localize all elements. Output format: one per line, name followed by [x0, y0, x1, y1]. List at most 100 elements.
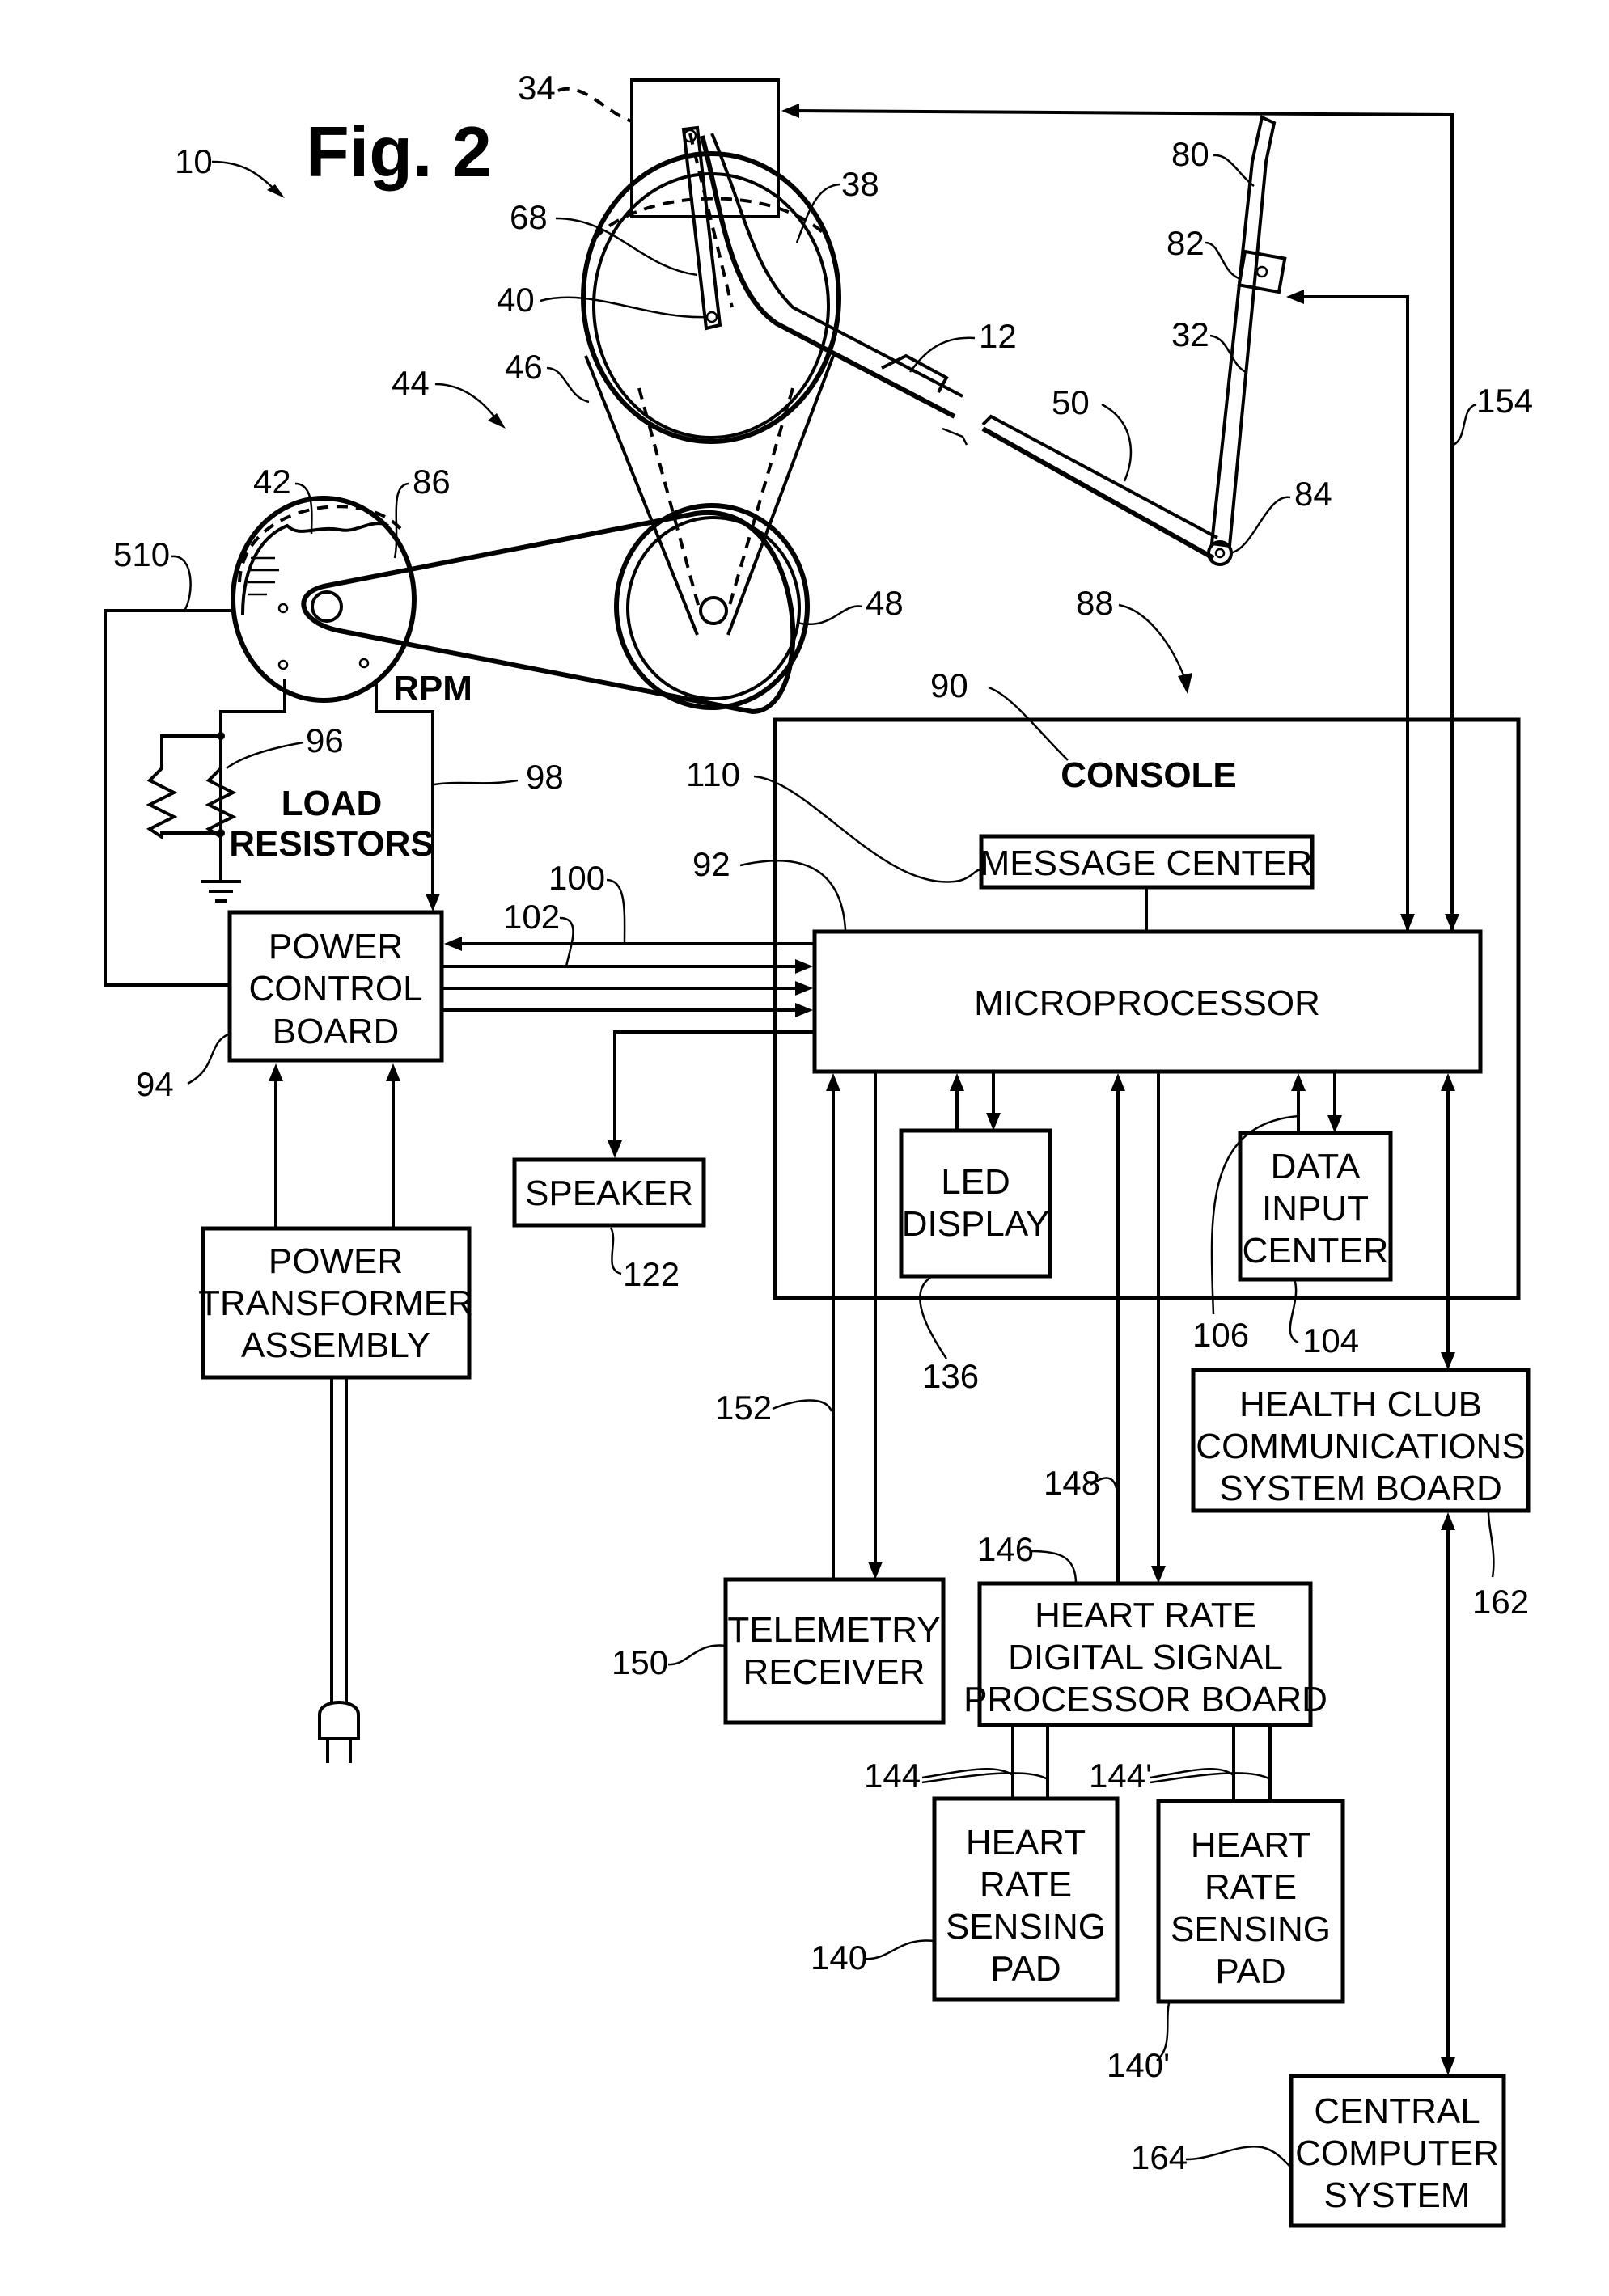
ref-90: 90 — [930, 666, 968, 704]
crank-pivot-40 — [705, 311, 718, 323]
led-label-1: LED — [941, 1162, 1010, 1202]
console-label: CONSOLE — [1061, 755, 1237, 795]
pad2-label-4: PAD — [1215, 1951, 1285, 1991]
hr-leads-144-prime — [1232, 1725, 1272, 1801]
message-center-label: MESSAGE CENTER — [980, 844, 1313, 883]
hc-label-1: HEALTH CLUB — [1239, 1385, 1482, 1424]
leader-104 — [1289, 1279, 1299, 1344]
arrow-head — [608, 1140, 622, 1158]
ref-96: 96 — [306, 721, 344, 759]
resistor-wire — [219, 679, 286, 833]
pad1-label-1: HEART — [966, 1823, 1086, 1863]
arrow-head — [426, 894, 440, 911]
leader-90 — [988, 686, 1069, 761]
ref-42: 42 — [253, 463, 291, 501]
ref-162: 162 — [1472, 1583, 1529, 1621]
arrow-head — [868, 1562, 883, 1579]
pad2-label-2: RATE — [1205, 1867, 1297, 1907]
leader-32 — [1209, 334, 1247, 374]
load-label-2: RESISTORS — [229, 824, 434, 864]
rpm-label: RPM — [393, 669, 472, 708]
foot-link-50 — [981, 426, 1215, 560]
arrow-head — [826, 1073, 840, 1091]
ref-46: 46 — [505, 348, 543, 386]
idler-hub — [699, 596, 728, 625]
idler-wheel-48 — [614, 503, 810, 710]
generator-shaft — [311, 590, 343, 623]
ref-98: 98 — [526, 758, 564, 796]
ref-50: 50 — [1052, 383, 1090, 421]
foot-link-50-edge — [981, 414, 1218, 539]
microprocessor-label: MICROPROCESSOR — [974, 983, 1320, 1023]
ref-86: 86 — [413, 463, 451, 501]
plug-prongs — [326, 1739, 352, 1763]
leader-80 — [1213, 154, 1255, 187]
ref-32: 32 — [1171, 315, 1209, 353]
ref-144-prime: 144' — [1089, 1757, 1152, 1795]
leader-510 — [171, 555, 192, 611]
cc-label-2: COMPUTER — [1295, 2133, 1499, 2173]
ref-102: 102 — [503, 898, 560, 936]
power-cord — [330, 1377, 348, 1702]
leader-46 — [546, 366, 590, 404]
mount-hole — [277, 659, 289, 670]
handle-arm-32 — [1209, 115, 1277, 548]
hr-leads-144 — [1011, 1725, 1049, 1799]
ref-88: 88 — [1076, 584, 1114, 622]
hc-label-2: COMMUNICATIONS — [1196, 1427, 1525, 1466]
pcb-label-1: POWER — [269, 927, 403, 966]
arrow-head — [1286, 290, 1304, 304]
arrow-head — [795, 981, 813, 996]
pad2-label-1: HEART — [1191, 1825, 1310, 1865]
arrow-head — [1151, 1566, 1166, 1584]
leader-12 — [909, 336, 976, 373]
arrow-head — [986, 1113, 1001, 1131]
leader-146 — [1031, 1550, 1078, 1584]
wire-154 — [790, 109, 1454, 930]
ref-164: 164 — [1131, 2138, 1188, 2176]
leader-100 — [606, 878, 626, 945]
arrow-head — [795, 959, 813, 974]
ref-38: 38 — [841, 165, 879, 203]
load-label-1: LOAD — [282, 784, 383, 823]
ref-100: 100 — [548, 859, 605, 897]
arrow-head — [488, 413, 506, 429]
dic-label-1: DATA — [1271, 1147, 1361, 1186]
ref-94: 94 — [136, 1065, 174, 1103]
belt-46-right — [726, 355, 835, 636]
arrow-head — [1445, 914, 1459, 932]
ref-10: 10 — [175, 142, 213, 180]
speaker-wire — [613, 1030, 815, 1152]
leader-136 — [919, 1276, 948, 1359]
arrow-head — [1291, 1073, 1306, 1091]
leader-10 — [211, 160, 276, 191]
tel-label-2: RECEIVER — [743, 1652, 925, 1692]
leader-40 — [540, 296, 708, 319]
handle-pivot-pin — [1214, 548, 1226, 559]
pad1-label-4: PAD — [990, 1949, 1061, 1989]
speaker-label: SPEAKER — [525, 1173, 693, 1213]
leader-68 — [555, 217, 698, 277]
pt-label-1: POWER — [269, 1241, 403, 1281]
dic-label-2: INPUT — [1262, 1189, 1369, 1228]
arrow-head — [950, 1073, 964, 1091]
ref-136: 136 — [922, 1357, 979, 1395]
leader-88 — [1118, 603, 1187, 680]
arrow-head — [1327, 1115, 1342, 1133]
ref-80: 80 — [1171, 135, 1209, 173]
leader-42 — [294, 482, 313, 535]
arrow-head — [1400, 914, 1415, 932]
patent-diagram: Fig. 2 10 34 38 68 40 12 50 80 82 32 84 — [104, 69, 1533, 2228]
ref-106: 106 — [1192, 1316, 1249, 1354]
leader-92 — [739, 860, 847, 931]
hr-dsp-label-1: HEART RATE — [1035, 1596, 1256, 1635]
ref-104: 104 — [1302, 1321, 1359, 1359]
wire-98 — [375, 679, 434, 907]
tel-label-1: TELEMETRY — [727, 1610, 940, 1650]
leader-122 — [609, 1227, 622, 1275]
ref-34: 34 — [518, 69, 556, 107]
arrow-head — [386, 1063, 400, 1081]
ref-146: 146 — [977, 1530, 1034, 1568]
idler-wheel-inner — [626, 516, 801, 700]
dic-label-3: CENTER — [1243, 1231, 1389, 1271]
